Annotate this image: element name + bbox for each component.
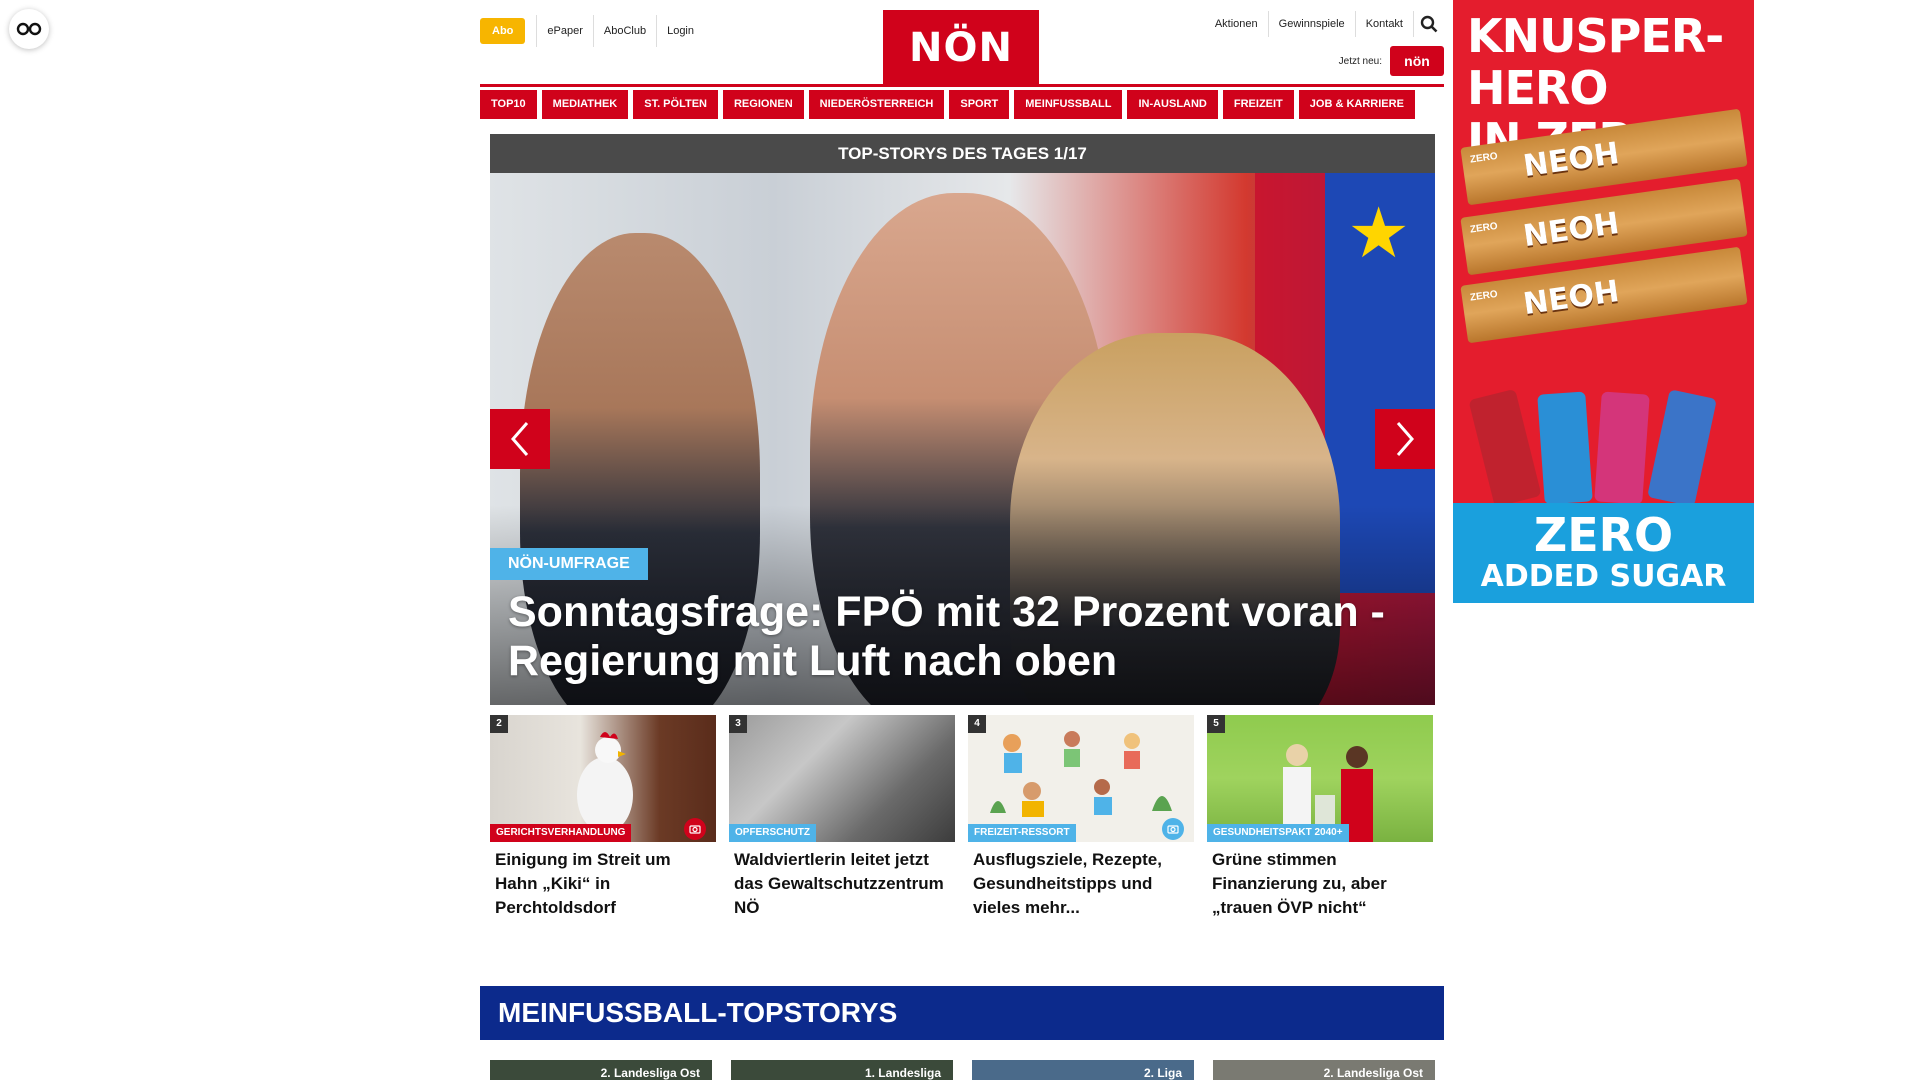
meinfussball-cards: 2. Landesliga Ost 1. Landesliga 2. Liga … — [490, 1060, 1435, 1080]
league-label: 2. Landesliga Ost — [600, 1066, 700, 1080]
main-nav: TOP10 MEDIATHEK ST. PÖLTEN REGIONEN NIED… — [480, 90, 1415, 119]
aboclub-link[interactable]: AboClub — [592, 15, 656, 47]
hero-category-badge[interactable]: NÖN-UMFRAGE — [490, 548, 648, 580]
utility-links-left: Abo ePaper AboClub Login — [480, 15, 704, 47]
glasses-icon — [16, 22, 42, 36]
ad-zero-tag: ZERO — [1469, 150, 1499, 166]
login-link[interactable]: Login — [656, 15, 704, 47]
league-label: 2. Liga — [1143, 1066, 1182, 1080]
story-title[interactable]: Waldviertlerin leitet jetzt das Gewaltsc… — [729, 848, 955, 920]
ad-headline-line: KNUSPER-HERO — [1467, 9, 1724, 115]
top-stories: TOP-STORYS DES TAGES 1/17 ★ NÖN-UMFRAGE … — [490, 134, 1435, 920]
header: Abo ePaper AboClub Login NÖN Aktionen Ge… — [480, 0, 1444, 87]
advertisement-banner[interactable]: KNUSPER-HERO IN ZERO! ZERO NEOH ZERO NEO… — [1453, 0, 1754, 603]
abo-button[interactable]: Abo — [480, 18, 526, 44]
meinfussball-heading[interactable]: MEINFUSSBALL-TOPSTORYS — [480, 986, 1444, 1040]
story-title[interactable]: Grüne stimmen Finanzierung zu, aber „tra… — [1207, 848, 1433, 920]
fussball-card[interactable]: 1. Landesliga — [731, 1060, 953, 1080]
kontakt-link[interactable]: Kontakt — [1356, 11, 1414, 37]
search-button[interactable] — [1414, 11, 1444, 37]
nav-item-top10[interactable]: TOP10 — [480, 90, 537, 119]
ad-product-name: NEOH — [1521, 136, 1622, 185]
chevron-right-icon — [1396, 422, 1414, 456]
search-icon — [1420, 15, 1438, 33]
nav-item-sport[interactable]: SPORT — [949, 90, 1010, 119]
aktionen-link[interactable]: Aktionen — [1205, 11, 1269, 37]
story-category[interactable]: FREIZEIT-RESSORT — [968, 824, 1076, 842]
top-stories-heading: TOP-STORYS DES TAGES 1/17 — [490, 134, 1435, 173]
ad-product-pack — [1537, 391, 1593, 505]
fussball-card[interactable]: 2. Landesliga Ost — [1213, 1060, 1435, 1080]
ad-product-pack — [1468, 388, 1542, 508]
nav-item-niederoesterreich[interactable]: NIEDERÖSTERREICH — [808, 90, 945, 119]
nav-item-regionen[interactable]: REGIONEN — [722, 90, 804, 119]
reader-mode-button[interactable] — [9, 9, 49, 49]
league-label: 1. Landesliga — [864, 1066, 941, 1080]
camera-icon — [689, 825, 701, 834]
ad-footer: ZERO ADDED SUGAR — [1453, 503, 1754, 603]
site-container: Abo ePaper AboClub Login NÖN Aktionen Ge… — [480, 0, 1444, 1080]
fussball-card[interactable]: 2. Landesliga Ost — [490, 1060, 712, 1080]
jetzt-neu: Jetzt neu: nön — [1339, 46, 1444, 76]
story-category[interactable]: OPFERSCHUTZ — [729, 824, 816, 842]
photo-gallery-badge — [684, 818, 706, 840]
story-title[interactable]: Einigung im Streit um Hahn „Kiki“ in Per… — [490, 848, 716, 920]
nav-item-mediathek[interactable]: MEDIATHEK — [541, 90, 629, 119]
nav-item-st-poelten[interactable]: ST. PÖLTEN — [633, 90, 718, 119]
eu-star-icon: ★ — [1347, 194, 1410, 272]
story-card[interactable]: 5 GESUNDHEITSPAKT 2040+ Grüne stimmen Fi… — [1207, 715, 1433, 920]
ad-zero-tag: ZERO — [1469, 288, 1499, 304]
header-divider — [480, 84, 1444, 87]
chevron-left-icon — [511, 422, 529, 456]
story-image: 5 GESUNDHEITSPAKT 2040+ — [1207, 715, 1433, 842]
hero-headline[interactable]: Sonntagsfrage: FPÖ mit 32 Prozent voran … — [508, 588, 1428, 686]
illustration-image — [990, 731, 1172, 817]
ad-footer-sugar: ADDED SUGAR — [1480, 559, 1727, 594]
epaper-link[interactable]: ePaper — [536, 15, 592, 47]
story-image: 2 GERICHTSVERHANDLUNG — [490, 715, 716, 842]
league-label: 2. Landesliga Ost — [1323, 1066, 1423, 1080]
nav-item-meinfussball[interactable]: MEINFUSSBALL — [1014, 90, 1123, 119]
jetzt-neu-badge[interactable]: nön — [1390, 46, 1444, 76]
story-number: 5 — [1207, 715, 1225, 733]
story-title[interactable]: Ausflugsziele, Rezepte, Gesundheitstipps… — [968, 848, 1194, 920]
nav-item-freizeit[interactable]: FREIZEIT — [1222, 90, 1294, 119]
ad-product-name: NEOH — [1521, 274, 1622, 323]
fussball-card[interactable]: 2. Liga — [972, 1060, 1194, 1080]
story-cards: 2 GERICHTSVERHANDLUNG Einigung im Streit… — [490, 715, 1435, 920]
story-card[interactable]: 3 OPFERSCHUTZ Waldviertlerin leitet jetz… — [729, 715, 955, 920]
site-logo[interactable]: NÖN — [883, 10, 1039, 86]
photo-gallery-badge — [1162, 818, 1184, 840]
slider-prev-button[interactable] — [490, 409, 550, 469]
camera-icon — [1167, 825, 1179, 834]
jetzt-neu-label: Jetzt neu: — [1338, 55, 1382, 67]
story-category[interactable]: GERICHTSVERHANDLUNG — [490, 824, 632, 842]
story-number: 4 — [968, 715, 986, 733]
story-number: 2 — [490, 715, 508, 733]
ad-zero-tag: ZERO — [1469, 220, 1499, 236]
hero-slide[interactable]: ★ NÖN-UMFRAGE Sonntagsfrage: FPÖ mit 32 … — [490, 173, 1435, 705]
rooster-image — [577, 732, 633, 833]
gewinnspiele-link[interactable]: Gewinnspiele — [1269, 11, 1356, 37]
nav-item-in-ausland[interactable]: IN-AUSLAND — [1127, 90, 1218, 119]
ad-footer-zero: ZERO — [1533, 508, 1674, 562]
ad-product-name: NEOH — [1521, 206, 1622, 255]
utility-links-right: Aktionen Gewinnspiele Kontakt — [1205, 11, 1444, 37]
story-card[interactable]: 4 FREIZEIT-RESSORT Ausflugsziele, Rezept… — [968, 715, 1194, 920]
story-number: 3 — [729, 715, 747, 733]
nav-item-job-karriere[interactable]: JOB & KARRIERE — [1298, 90, 1415, 119]
ad-product-pack — [1647, 389, 1717, 507]
ad-product-pack — [1594, 391, 1650, 505]
story-image: 3 OPFERSCHUTZ — [729, 715, 955, 842]
slider-next-button[interactable] — [1375, 409, 1435, 469]
story-image: 4 FREIZEIT-RESSORT — [968, 715, 1194, 842]
story-card[interactable]: 2 GERICHTSVERHANDLUNG Einigung im Streit… — [490, 715, 716, 920]
story-category[interactable]: GESUNDHEITSPAKT 2040+ — [1207, 824, 1349, 842]
